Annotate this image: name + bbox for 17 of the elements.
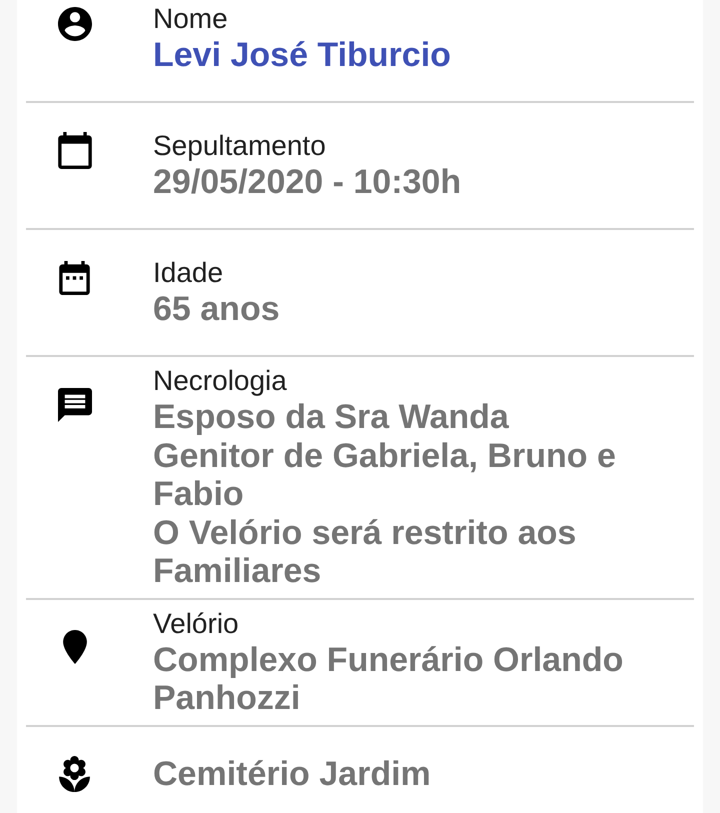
detail-value: Cemitério Jardim bbox=[153, 755, 431, 794]
message-icon bbox=[58, 388, 92, 422]
field-label: Velório bbox=[153, 606, 240, 640]
calendar-icon bbox=[58, 132, 92, 169]
map-pin-icon bbox=[62, 630, 86, 664]
field-label: Necrologia bbox=[153, 364, 288, 398]
detail-value: 65 anos bbox=[153, 290, 280, 329]
field-label: Nome bbox=[153, 2, 229, 36]
name-value: Levi José Tiburcio bbox=[153, 36, 451, 75]
field-label: Idade bbox=[153, 256, 224, 290]
detail-value: 29/05/2020 - 10:30h bbox=[153, 163, 462, 202]
flower-icon bbox=[59, 756, 90, 792]
field-label: Sepultamento bbox=[153, 129, 327, 164]
calendar-icon bbox=[59, 260, 90, 294]
detail-value: Esposo da Sra Wanda Genitor de Gabriela, Bruno e Fabio O Velório será restrito aos Familiares bbox=[153, 398, 616, 590]
person-icon bbox=[58, 6, 92, 40]
detail-value: Complexo Funerário Orlando Panhozzi bbox=[153, 640, 624, 718]
